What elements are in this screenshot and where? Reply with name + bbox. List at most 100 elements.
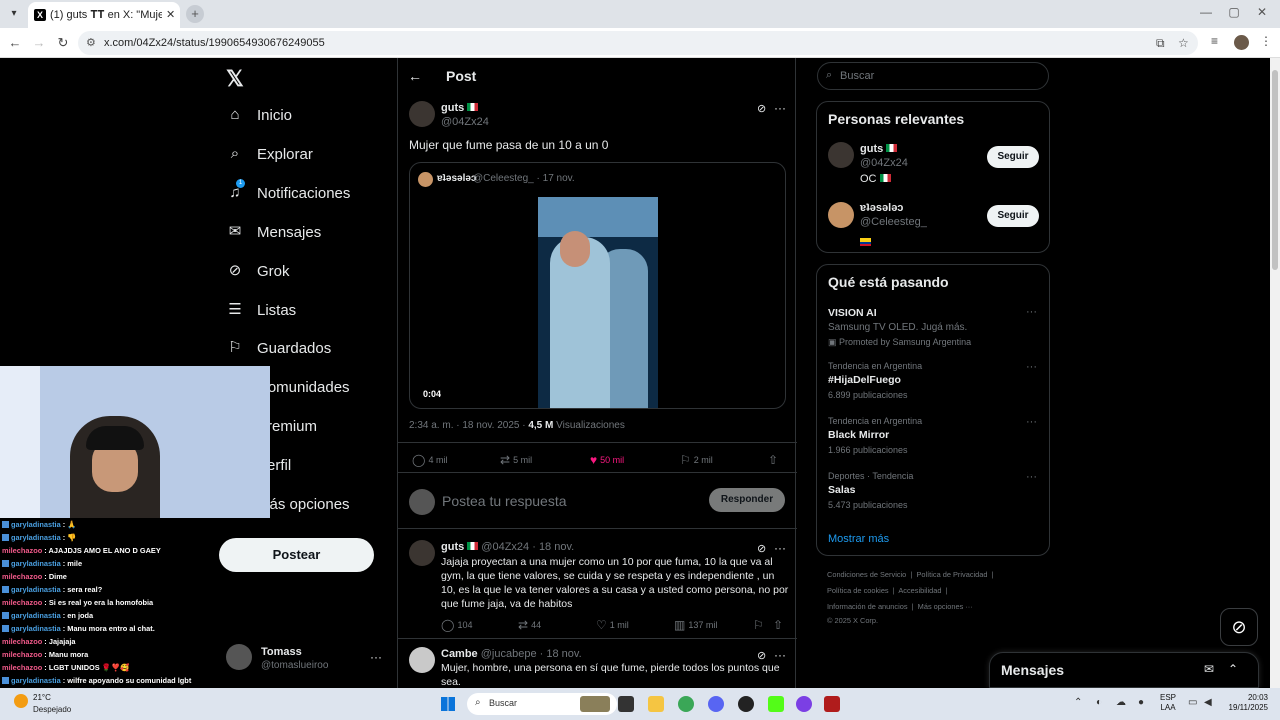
restore-icon[interactable]: ▢: [1224, 5, 1244, 19]
browser-menu-icon[interactable]: ⋮: [1260, 34, 1272, 48]
reply-input[interactable]: Postea tu respuesta: [442, 493, 567, 509]
url-text[interactable]: x.com/04Zx24/status/1990654930676249055: [104, 37, 325, 49]
promo-line[interactable]: Samsung TV OLED. Jugá más.: [828, 322, 967, 333]
person-avatar[interactable]: [828, 202, 854, 228]
chrome-icon[interactable]: [678, 696, 694, 712]
share-action[interactable]: ⇧: [768, 453, 781, 467]
window-close-icon[interactable]: ✕: [1252, 5, 1272, 19]
tray-chevron-icon[interactable]: ⌃: [1074, 697, 1082, 708]
clock[interactable]: 20:03 19/11/2025: [1224, 693, 1268, 713]
person-handle[interactable]: @04Zx24: [860, 157, 908, 169]
repost-action[interactable]: ⇄ 5 mil: [500, 453, 532, 467]
tab-close-icon[interactable]: ✕: [166, 8, 175, 21]
chrome-profile-icon[interactable]: [738, 696, 754, 712]
bookmark-star-icon[interactable]: ☆: [1178, 36, 1189, 50]
reply-action[interactable]: ◯ 4 mil: [412, 453, 447, 467]
promo-name[interactable]: VISION AI: [828, 307, 877, 319]
file-explorer-icon[interactable]: [648, 696, 664, 712]
footer-link[interactable]: Política de Privacidad: [916, 570, 987, 579]
forward-icon[interactable]: →: [30, 34, 48, 52]
footer-link[interactable]: Accesibilidad: [898, 586, 941, 595]
reply-author-name[interactable]: guts @04Zx24 · 18 nov.: [441, 541, 574, 553]
network-icon[interactable]: ▭: [1188, 697, 1197, 708]
trend-more-icon[interactable]: ···: [1026, 416, 1037, 428]
messages-drawer[interactable]: Mensajes ✉ ⌃: [989, 652, 1259, 688]
reply-author-name[interactable]: Cambe @jucabepe · 18 nov.: [441, 648, 582, 660]
weather-desc[interactable]: Despejado: [33, 705, 71, 714]
grok-explain-icon[interactable]: ⊘: [757, 542, 766, 555]
install-app-icon[interactable]: ⧉: [1156, 36, 1165, 51]
quoted-video[interactable]: [538, 197, 658, 408]
grok-fab-icon[interactable]: ⊘: [1220, 608, 1258, 646]
obs-icon[interactable]: [796, 696, 812, 712]
browser-tab[interactable]: X (1) guts 𝐓𝐓 en X: "Mujer que fume ✕: [28, 2, 180, 28]
like-action[interactable]: ♡ 1 mil: [596, 618, 629, 632]
weather-temp[interactable]: 21°C: [33, 693, 51, 702]
post-more-icon[interactable]: ···: [774, 101, 786, 115]
follow-button[interactable]: Seguir: [987, 146, 1039, 168]
task-view-icon[interactable]: [618, 696, 634, 712]
more-icon[interactable]: ···: [370, 650, 382, 664]
onedrive-icon[interactable]: ☁: [1116, 697, 1126, 708]
reply-submit-button[interactable]: Responder: [709, 488, 785, 512]
kick-icon[interactable]: [768, 696, 784, 712]
tray-app-icon[interactable]: ◐: [1096, 697, 1102, 708]
search-highlight-icon[interactable]: [580, 696, 610, 712]
address-bar[interactable]: ⚙ x.com/04Zx24/status/199065493067624905…: [78, 31, 1198, 55]
mic-icon[interactable]: ●: [1138, 697, 1144, 708]
trend-more-icon[interactable]: ···: [1026, 306, 1037, 318]
follow-button[interactable]: Seguir: [987, 205, 1039, 227]
discord-icon[interactable]: [708, 696, 724, 712]
scrollbar-thumb[interactable]: [1272, 70, 1278, 270]
footer-link[interactable]: Información de anuncios: [827, 602, 908, 611]
back-arrow-icon[interactable]: ←: [408, 68, 422, 84]
quoted-post[interactable]: ɐʇəsələɔ @Celeesteg_ · 17 nov. 0:04: [409, 162, 786, 409]
person-avatar[interactable]: [828, 142, 854, 168]
profile-avatar[interactable]: [1234, 35, 1249, 50]
weather-sun-icon[interactable]: [14, 694, 28, 708]
reply-author-avatar[interactable]: [409, 540, 435, 566]
windows-start-icon[interactable]: [441, 697, 455, 711]
person-name[interactable]: guts: [860, 143, 898, 155]
language-indicator[interactable]: ESP LAA: [1160, 693, 1176, 713]
footer-link[interactable]: Política de cookies: [827, 586, 889, 595]
tab-search-chevron-icon[interactable]: ▾: [4, 4, 24, 24]
footer-link[interactable]: Condiciones de Servicio: [827, 570, 906, 579]
minimize-icon[interactable]: —: [1196, 5, 1216, 19]
person-name[interactable]: ɐʇəsələɔ: [860, 202, 903, 214]
like-action[interactable]: ♥ 50 mil: [590, 453, 624, 467]
x-logo-icon[interactable]: 𝕏: [226, 66, 244, 92]
person-handle[interactable]: @Celeesteg_: [860, 216, 927, 228]
volume-icon[interactable]: ◀: [1204, 697, 1212, 708]
grok-explain-icon[interactable]: ⊘: [757, 102, 766, 115]
post-author-name[interactable]: guts: [441, 102, 479, 114]
repost-action[interactable]: ⇄ 44: [518, 618, 541, 632]
reply-more-icon[interactable]: ···: [774, 648, 786, 662]
chat-badge-icon: [2, 677, 9, 684]
extensions-icon[interactable]: ≡: [1211, 34, 1218, 48]
reply-action[interactable]: ◯ 104: [441, 618, 472, 632]
trend-more-icon[interactable]: ···: [1026, 361, 1037, 373]
footer-link[interactable]: Más opciones ···: [918, 602, 973, 611]
reply-more-icon[interactable]: ···: [774, 541, 786, 555]
site-info-icon[interactable]: ⚙: [86, 36, 96, 49]
post-author-handle[interactable]: @04Zx24: [441, 116, 489, 128]
post-author-avatar[interactable]: [409, 101, 435, 127]
share-action[interactable]: ⇧: [773, 618, 786, 632]
new-message-icon[interactable]: ✉: [1204, 662, 1214, 676]
views-action[interactable]: ▥ 137 mil: [674, 618, 717, 632]
search-input[interactable]: ⌕ Buscar: [817, 62, 1049, 90]
reply-author-avatar[interactable]: [409, 647, 435, 673]
bookmark-action[interactable]: ⚐: [753, 618, 767, 632]
back-icon[interactable]: ←: [6, 34, 24, 52]
expand-up-icon[interactable]: ⌃: [1228, 662, 1238, 676]
reload-icon[interactable]: ↻: [54, 34, 72, 52]
trend-more-icon[interactable]: ···: [1026, 471, 1037, 483]
account-switcher[interactable]: Tomass @tomaslueiroo ···: [226, 644, 386, 674]
new-tab-button[interactable]: +: [186, 5, 204, 23]
show-more-link[interactable]: Mostrar más: [828, 533, 889, 545]
post-button[interactable]: Postear: [219, 538, 374, 572]
page-scrollbar[interactable]: [1270, 58, 1280, 688]
bookmark-action[interactable]: ⚐ 2 mil: [680, 453, 713, 467]
app-icon[interactable]: [824, 696, 840, 712]
